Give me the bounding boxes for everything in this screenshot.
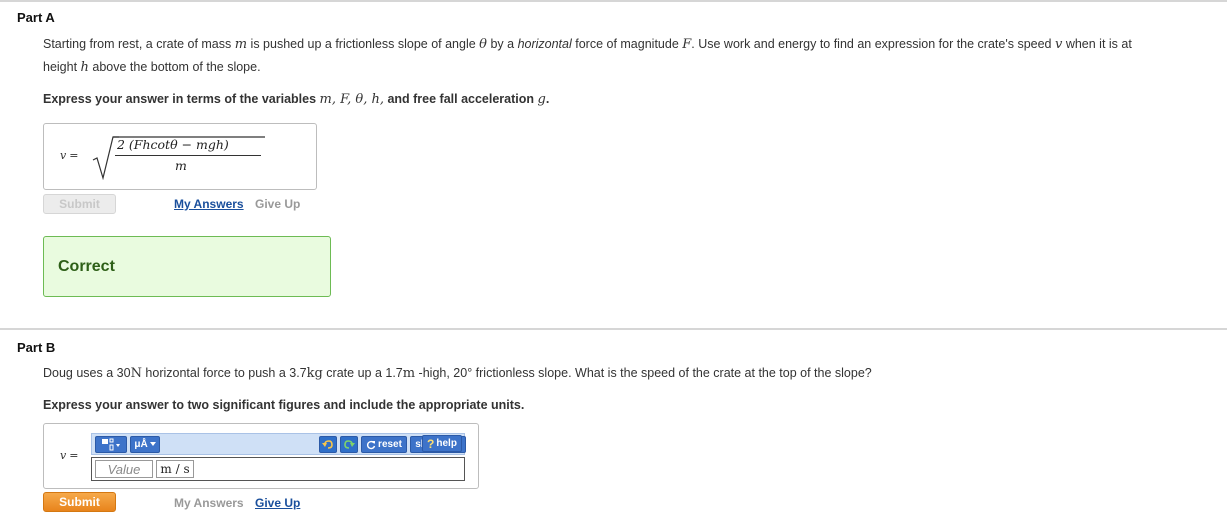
- part-a-give-up-link: Give Up: [255, 197, 301, 211]
- redo-button[interactable]: [340, 436, 358, 453]
- answer-input-row: Value m / s: [91, 457, 465, 481]
- value-input[interactable]: Value: [95, 460, 153, 478]
- answer-numerator: 2 (Fhcotθ − mgh): [117, 137, 229, 152]
- part-b-submit-button[interactable]: Submit: [43, 492, 116, 512]
- answer-variable-label: v =: [60, 149, 79, 162]
- correct-label: Correct: [58, 258, 115, 275]
- section-divider: [0, 328, 1227, 330]
- correct-feedback-box: Correct: [43, 236, 331, 297]
- redo-icon: [344, 440, 355, 449]
- square-root-icon: [92, 136, 119, 180]
- unit-input[interactable]: m / s: [156, 460, 194, 478]
- part-a-answer-box: v = 2 (Fhcotθ − mgh) m: [43, 123, 317, 190]
- reset-icon: [366, 440, 376, 449]
- part-b-give-up-link[interactable]: Give Up: [255, 496, 300, 510]
- units-button[interactable]: μÅ: [130, 436, 160, 453]
- answer-expression: 2 (Fhcotθ − mgh) m: [91, 134, 271, 180]
- help-icon: ?: [427, 436, 435, 451]
- answer-variable-label: v =: [60, 449, 79, 462]
- reset-button[interactable]: reset: [361, 436, 407, 453]
- part-a-submit-button[interactable]: Submit: [43, 194, 116, 214]
- answer-denominator: m: [175, 158, 187, 173]
- templates-icon: [102, 438, 120, 451]
- part-a-title: Part A: [17, 10, 55, 25]
- help-button[interactable]: ? help: [422, 435, 462, 452]
- templates-button[interactable]: [95, 436, 127, 453]
- part-b-question: Doug uses a 30N horizontal force to push…: [43, 366, 872, 381]
- part-b-my-answers-link: My Answers: [174, 496, 244, 510]
- undo-button[interactable]: [319, 436, 337, 453]
- chevron-down-icon: [149, 442, 156, 446]
- part-a-question: Starting from rest, a crate of mass m is…: [43, 37, 1132, 75]
- undo-icon: [322, 440, 333, 449]
- top-divider: [0, 0, 1227, 2]
- part-b-title: Part B: [17, 340, 56, 355]
- part-b-answer-editor: v = μÅ reset ? help Value m / s: [43, 423, 479, 489]
- part-a-instructions: Express your answer in terms of the vari…: [43, 92, 550, 107]
- part-a-my-answers-link[interactable]: My Answers: [174, 197, 244, 211]
- fraction-bar: [115, 155, 261, 156]
- math-toolbar: μÅ reset shortcuts: [91, 433, 466, 455]
- part-b-instructions: Express your answer to two significant f…: [43, 398, 525, 412]
